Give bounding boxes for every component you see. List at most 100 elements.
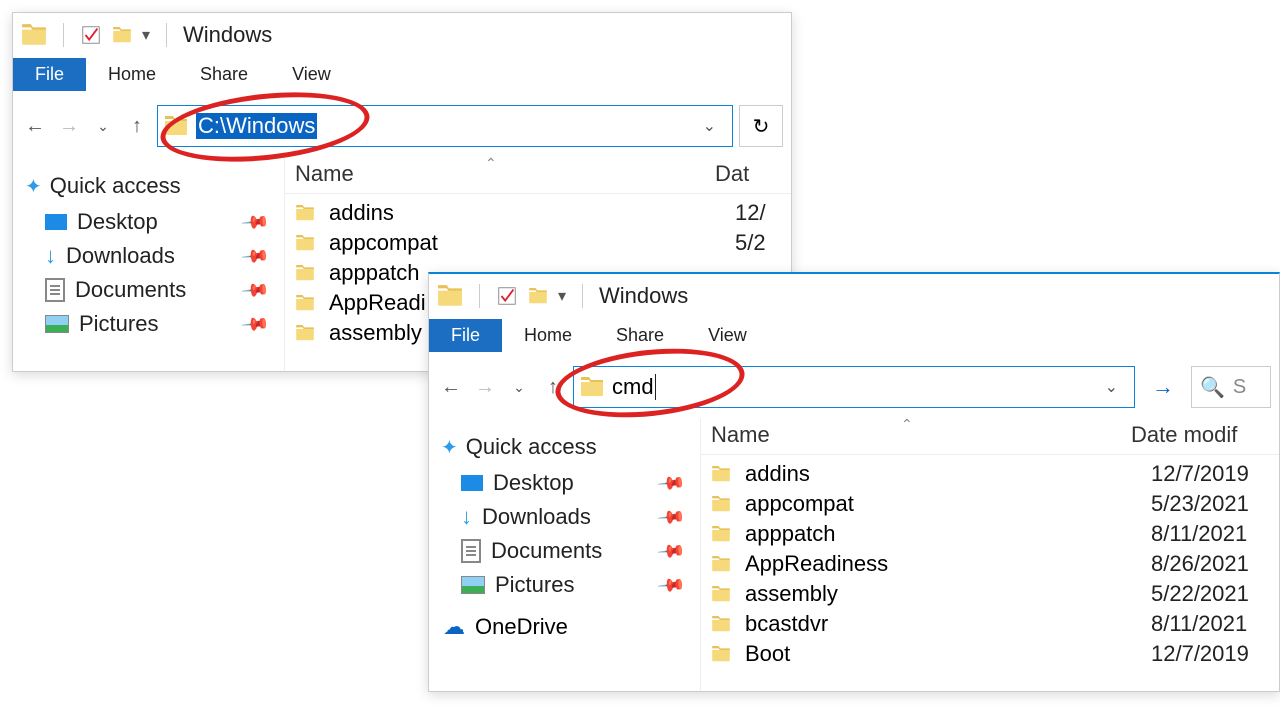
up-button[interactable]: ↑	[539, 373, 567, 401]
title-bar[interactable]: ▾ Windows	[13, 13, 791, 57]
folder-icon	[295, 235, 315, 251]
tab-home[interactable]: Home	[502, 319, 594, 352]
ribbon-tabs: File Home Share View	[429, 318, 1279, 352]
table-row[interactable]: addins12/	[285, 198, 791, 228]
file-date: 12/7/2019	[1151, 461, 1279, 487]
pin-icon: 📌	[655, 570, 686, 600]
qat-folder-icon[interactable]	[112, 27, 132, 43]
quick-access-label: Quick access	[466, 434, 597, 460]
quick-access[interactable]: ✦ Quick access	[17, 167, 280, 205]
table-row[interactable]: AppReadiness8/26/2021	[701, 549, 1279, 579]
sidebar-item-label: Documents	[491, 538, 602, 564]
tab-view[interactable]: View	[270, 58, 353, 91]
qat-folder-icon[interactable]	[528, 288, 548, 304]
tab-file[interactable]: File	[13, 58, 86, 91]
sidebar-item-onedrive[interactable]: ☁ OneDrive	[433, 602, 696, 644]
pin-icon: 📌	[239, 309, 270, 339]
forward-button[interactable]: →	[471, 373, 499, 401]
up-button[interactable]: ↑	[123, 112, 151, 140]
table-row[interactable]: bcastdvr8/11/2021	[701, 609, 1279, 639]
quick-access[interactable]: ✦ Quick access	[433, 428, 696, 466]
tab-file[interactable]: File	[429, 319, 502, 352]
nav-pane[interactable]: ✦ Quick access Desktop 📌 ↓ Downloads 📌 D…	[13, 157, 285, 371]
folder-icon	[580, 377, 604, 397]
sidebar-item-pictures[interactable]: Pictures 📌	[433, 568, 696, 602]
tab-share[interactable]: Share	[594, 319, 686, 352]
table-row[interactable]: addins12/7/2019	[701, 459, 1279, 489]
table-row[interactable]: appcompat5/23/2021	[701, 489, 1279, 519]
folder-icon	[295, 265, 315, 281]
tab-share[interactable]: Share	[178, 58, 270, 91]
tab-view[interactable]: View	[686, 319, 769, 352]
refresh-button[interactable]: ↻	[739, 105, 783, 147]
file-name: bcastdvr	[745, 611, 1151, 637]
file-date: 12/	[735, 200, 791, 226]
file-date: 12/7/2019	[1151, 641, 1279, 667]
sidebar-item-label: Desktop	[493, 470, 574, 496]
file-name: addins	[329, 200, 735, 226]
column-name[interactable]: Name	[711, 422, 1131, 448]
pin-icon: 📌	[655, 502, 686, 532]
quick-access-label: Quick access	[50, 173, 181, 199]
address-bar[interactable]: C:\Windows ⌄	[157, 105, 733, 147]
address-history-dropdown[interactable]: ⌄	[693, 116, 726, 136]
search-icon: 🔍	[1200, 375, 1225, 400]
sidebar-item-downloads[interactable]: ↓ Downloads 📌	[17, 239, 280, 273]
column-date[interactable]: Dat	[715, 161, 791, 187]
recent-dropdown[interactable]: ⌄	[505, 373, 533, 401]
folder-icon	[711, 556, 731, 572]
downloads-icon: ↓	[45, 243, 56, 269]
desktop-icon	[45, 214, 67, 230]
folder-icon	[21, 24, 47, 46]
sidebar-item-documents[interactable]: Documents 📌	[17, 273, 280, 307]
folder-icon	[711, 586, 731, 602]
file-date: 5/23/2021	[1151, 491, 1279, 517]
column-headers[interactable]: ⌃ Name Dat	[285, 157, 791, 194]
sidebar-item-pictures[interactable]: Pictures 📌	[17, 307, 280, 341]
pin-icon: 📌	[239, 275, 270, 305]
table-row[interactable]: appcompat5/2	[285, 228, 791, 258]
file-date: 5/2	[735, 230, 791, 256]
title-bar[interactable]: ▾ Windows	[429, 274, 1279, 318]
table-row[interactable]: apppatch8/11/2021	[701, 519, 1279, 549]
tab-home[interactable]: Home	[86, 58, 178, 91]
file-list[interactable]: ⌃ Name Date modif addins12/7/2019appcomp…	[701, 418, 1279, 691]
qat-properties-icon[interactable]	[80, 24, 102, 46]
sidebar-item-label: Pictures	[495, 572, 574, 598]
sidebar-item-documents[interactable]: Documents 📌	[433, 534, 696, 568]
column-headers[interactable]: ⌃ Name Date modif	[701, 418, 1279, 455]
back-button[interactable]: ←	[437, 373, 465, 401]
table-row[interactable]: Boot12/7/2019	[701, 639, 1279, 669]
window-title: Windows	[183, 22, 272, 48]
qat-dropdown-icon[interactable]: ▾	[558, 286, 566, 306]
address-history-dropdown[interactable]: ⌄	[1095, 377, 1128, 397]
address-bar[interactable]: cmd ⌄	[573, 366, 1135, 408]
forward-button[interactable]: →	[55, 112, 83, 140]
back-button[interactable]: ←	[21, 112, 49, 140]
sort-indicator-icon: ⌃	[901, 418, 913, 433]
table-row[interactable]: assembly5/22/2021	[701, 579, 1279, 609]
pin-icon: 📌	[655, 468, 686, 498]
sidebar-item-desktop[interactable]: Desktop 📌	[433, 466, 696, 500]
column-date[interactable]: Date modif	[1131, 422, 1279, 448]
address-text[interactable]: cmd	[612, 374, 656, 400]
recent-dropdown[interactable]: ⌄	[89, 112, 117, 140]
sort-indicator-icon: ⌃	[485, 157, 497, 172]
search-box[interactable]: 🔍 S	[1191, 366, 1271, 408]
file-date: 8/26/2021	[1151, 551, 1279, 577]
column-name[interactable]: Name	[295, 161, 715, 187]
nav-pane[interactable]: ✦ Quick access Desktop 📌 ↓ Downloads 📌 D…	[429, 418, 701, 691]
qat-properties-icon[interactable]	[496, 285, 518, 307]
explorer-window-2: ▾ Windows File Home Share View ← → ⌄ ↑ c…	[428, 272, 1280, 692]
search-placeholder: S	[1233, 376, 1246, 399]
qat-dropdown-icon[interactable]: ▾	[142, 25, 150, 45]
address-text[interactable]: C:\Windows	[196, 113, 317, 139]
sidebar-item-label: Desktop	[77, 209, 158, 235]
folder-icon	[711, 646, 731, 662]
separator	[479, 284, 480, 308]
sidebar-item-desktop[interactable]: Desktop 📌	[17, 205, 280, 239]
sidebar-item-downloads[interactable]: ↓ Downloads 📌	[433, 500, 696, 534]
go-button[interactable]: →	[1141, 366, 1185, 408]
folder-icon	[295, 205, 315, 221]
sidebar-item-label: OneDrive	[475, 614, 568, 640]
